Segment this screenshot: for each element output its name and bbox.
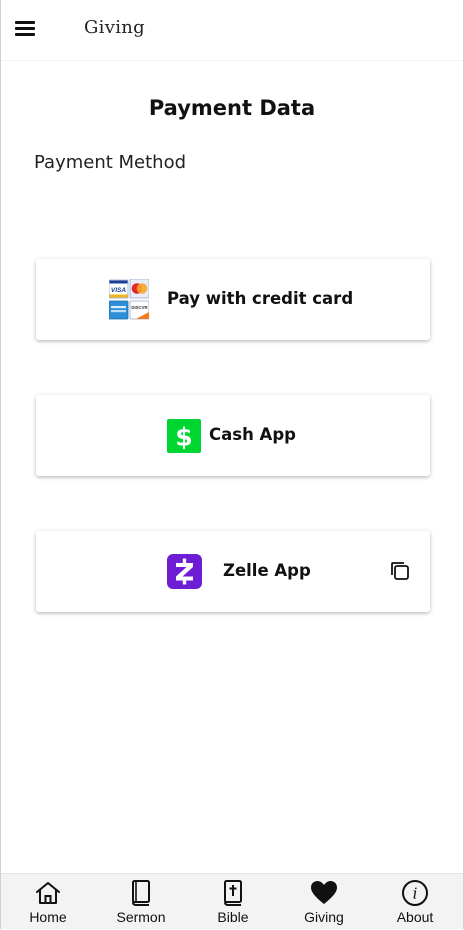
hamburger-menu-icon[interactable]	[15, 19, 35, 37]
svg-text:DISCVR: DISCVR	[131, 305, 148, 310]
cash-app-option-button[interactable]: $ Cash App	[36, 395, 430, 476]
credit-card-logos-icon: VISA DISCVR	[109, 279, 149, 320]
zelle-option-label: Zelle App	[223, 561, 311, 580]
bottom-navigation: Home Sermon Bible Giving i About	[1, 873, 463, 929]
zelle-icon	[167, 554, 202, 589]
cash-app-option-label: Cash App	[209, 425, 296, 444]
page-title: Payment Data	[148, 96, 316, 120]
cash-app-icon: $	[167, 419, 201, 453]
nav-label-giving: Giving	[304, 909, 344, 925]
svg-text:i: i	[413, 885, 418, 903]
top-app-bar: Giving	[1, 0, 463, 61]
nav-label-sermon: Sermon	[116, 909, 166, 925]
nav-item-sermon[interactable]: Sermon	[101, 874, 181, 929]
credit-card-option-button[interactable]: VISA DISCVR Pay with credit card	[36, 259, 430, 340]
about-info-icon: i	[402, 880, 428, 906]
svg-text:VISA: VISA	[111, 287, 126, 294]
app-screen: Giving Payment Data Payment Method VISA …	[0, 0, 464, 929]
home-icon	[36, 882, 60, 904]
nav-label-home: Home	[29, 909, 67, 925]
nav-item-about[interactable]: i About	[375, 874, 455, 929]
nav-item-bible[interactable]: Bible	[193, 874, 273, 929]
zelle-option-button[interactable]: Zelle App	[36, 531, 430, 612]
credit-card-option-label: Pay with credit card	[167, 289, 354, 308]
bible-icon	[224, 880, 242, 906]
nav-item-home[interactable]: Home	[8, 874, 88, 929]
nav-item-giving[interactable]: Giving	[284, 874, 364, 929]
book-icon	[132, 880, 150, 906]
app-title: Giving	[84, 17, 145, 38]
nav-label-about: About	[396, 909, 434, 925]
section-label: Payment Method	[34, 152, 187, 173]
heart-icon	[311, 881, 337, 904]
svg-text:$: $	[175, 423, 192, 452]
copy-icon[interactable]	[389, 560, 411, 582]
nav-label-bible: Bible	[217, 909, 249, 925]
